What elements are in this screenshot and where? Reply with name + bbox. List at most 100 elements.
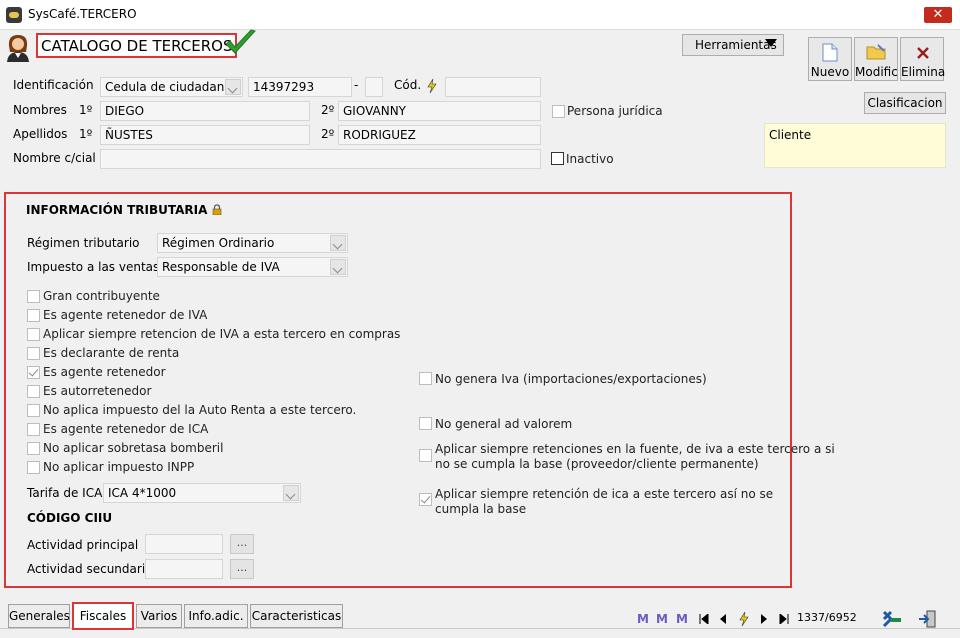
trade-name-field[interactable] xyxy=(100,149,541,169)
last-record-icon[interactable] xyxy=(779,614,789,624)
second-surname-field[interactable]: RODRIGUEZ xyxy=(338,125,541,145)
new-button[interactable]: Nuevo xyxy=(808,37,852,81)
tax-option-label: Gran contribuyente xyxy=(43,289,160,303)
excel-export-icon[interactable] xyxy=(882,610,902,628)
regime-value: Régimen Ordinario xyxy=(162,236,275,250)
tax-option-checkbox[interactable] xyxy=(27,404,40,417)
no-iva-label: No genera Iva (importaciones/exportacion… xyxy=(435,372,707,386)
new-label: Nuevo xyxy=(810,65,850,79)
inactive-label: Inactivo xyxy=(566,152,614,166)
withholding-always-checkbox[interactable] xyxy=(419,449,432,462)
tax-option-label: Es declarante de renta xyxy=(43,346,180,360)
code-field[interactable] xyxy=(445,77,541,97)
user-icon xyxy=(7,35,29,62)
record-counter: 1337/6952 xyxy=(797,611,857,624)
tax-option-checkbox[interactable] xyxy=(27,366,40,379)
title-bar: SysCafé.TERCERO ✕ xyxy=(0,0,960,30)
first-ordinal: 1º xyxy=(79,127,93,141)
window-title: SysCafé.TERCERO xyxy=(28,7,137,21)
modify-button[interactable]: Modific xyxy=(854,37,898,81)
tax-option-checkbox[interactable] xyxy=(27,347,40,360)
lightning-icon[interactable] xyxy=(427,79,437,93)
delete-button[interactable]: Elimina xyxy=(900,37,946,81)
tax-option-checkbox[interactable] xyxy=(27,461,40,474)
tax-option-label: No aplicar sobretasa bomberil xyxy=(43,441,224,455)
secondary-activity-lookup-button[interactable]: ... xyxy=(230,559,254,579)
search-m-icon-2[interactable]: M xyxy=(656,612,668,626)
delete-label: Elimina xyxy=(901,65,946,79)
lightning-icon[interactable] xyxy=(739,612,749,626)
first-surname-field[interactable]: ÑUSTES xyxy=(100,125,310,145)
tab-varios[interactable]: Varios xyxy=(136,604,182,628)
tax-option-checkbox[interactable] xyxy=(27,309,40,322)
first-record-icon[interactable] xyxy=(699,614,709,624)
regime-select[interactable]: Régimen Ordinario xyxy=(157,233,348,253)
tax-option-checkbox[interactable] xyxy=(27,423,40,436)
tab-generales[interactable]: Generales xyxy=(8,604,70,628)
document-type-select[interactable]: Cedula de ciudadania xyxy=(100,77,243,97)
no-iva-checkbox[interactable] xyxy=(419,372,432,385)
lock-icon xyxy=(212,204,222,215)
ica-withholding-checkbox[interactable] xyxy=(419,493,432,506)
ica-rate-value: ICA 4*1000 xyxy=(108,486,177,500)
tax-option-checkbox[interactable] xyxy=(27,328,40,341)
search-m-icon-3[interactable]: M xyxy=(676,612,688,626)
no-ad-valorem-label: No general ad valorem xyxy=(435,417,573,431)
tax-option-label: Es agente retenedor de ICA xyxy=(43,422,209,436)
first-ordinal: 1º xyxy=(79,103,93,117)
tools-dropdown-button[interactable]: Herramientas xyxy=(682,34,784,56)
tax-option-label: No aplicar impuesto INPP xyxy=(43,460,195,474)
second-name-field[interactable]: GIOVANNY xyxy=(338,101,541,121)
dropdown-arrow-icon xyxy=(765,39,777,47)
previous-record-icon[interactable] xyxy=(719,614,727,624)
code-label: Cód. xyxy=(394,78,422,92)
second-ordinal: 2º xyxy=(321,127,335,141)
tax-option-checkbox[interactable] xyxy=(27,442,40,455)
ica-withholding-label-1: Aplicar siempre retención de ica a este … xyxy=(435,487,774,501)
classification-button[interactable]: Clasificacion xyxy=(864,92,946,114)
tab-fiscales[interactable]: Fiscales xyxy=(72,602,134,630)
tab-divider xyxy=(0,628,960,629)
withholding-always-label-1: Aplicar siempre retenciones en la fuente… xyxy=(435,442,835,456)
client-type-box: Cliente xyxy=(764,123,946,168)
ica-rate-select[interactable]: ICA 4*1000 xyxy=(103,483,301,503)
no-ad-valorem-checkbox[interactable] xyxy=(419,417,432,430)
secondary-activity-label: Actividad secundaria xyxy=(27,562,153,576)
main-activity-lookup-button[interactable]: ... xyxy=(230,534,254,554)
tab-caracteristicas[interactable]: Caracteristicas xyxy=(250,604,343,628)
inactive-checkbox[interactable] xyxy=(551,152,564,165)
tax-option-checkbox[interactable] xyxy=(27,290,40,303)
ica-rate-label: Tarifa de ICA xyxy=(27,486,103,500)
secondary-activity-field[interactable] xyxy=(145,559,223,579)
sales-tax-value: Responsable de IVA xyxy=(162,260,280,274)
tab-info-adic[interactable]: Info.adic. xyxy=(184,604,248,628)
sales-tax-label: Impuesto a las ventas xyxy=(27,260,160,274)
ica-withholding-label-2: cumpla la base xyxy=(435,502,527,516)
second-ordinal: 2º xyxy=(321,103,335,117)
checkmark-icon xyxy=(225,29,256,54)
legal-person-checkbox[interactable] xyxy=(552,105,565,118)
folder-edit-icon xyxy=(866,44,886,60)
chevron-down-icon xyxy=(225,79,241,95)
sales-tax-select[interactable]: Responsable de IVA xyxy=(157,257,348,277)
regime-label: Régimen tributario xyxy=(27,236,140,250)
delete-x-icon xyxy=(917,47,929,59)
first-name-field[interactable]: DIEGO xyxy=(100,101,310,121)
tax-info-panel: INFORMACIÓN TRIBUTARIA Régimen tributari… xyxy=(4,192,835,588)
tax-option-label: No aplica impuesto del la Auto Renta a e… xyxy=(43,403,357,417)
tax-option-checkbox[interactable] xyxy=(27,385,40,398)
chevron-down-icon xyxy=(330,235,346,251)
chevron-down-icon xyxy=(330,259,346,275)
tax-option-label: Es agente retenedor de IVA xyxy=(43,308,208,322)
main-activity-field[interactable] xyxy=(145,534,223,554)
check-digit-field[interactable] xyxy=(365,77,383,97)
next-record-icon[interactable] xyxy=(760,614,768,624)
exit-door-icon[interactable] xyxy=(918,610,936,628)
search-m-icon[interactable]: M xyxy=(637,612,649,626)
tax-option-label: Es autorretenedor xyxy=(43,384,152,398)
close-button[interactable]: ✕ xyxy=(924,7,952,23)
modify-label: Modific xyxy=(855,65,898,79)
id-number-field[interactable]: 14397293 xyxy=(248,77,352,97)
tax-option-label: Aplicar siempre retencion de IVA a esta … xyxy=(43,327,401,341)
dash-label: - xyxy=(354,78,359,92)
